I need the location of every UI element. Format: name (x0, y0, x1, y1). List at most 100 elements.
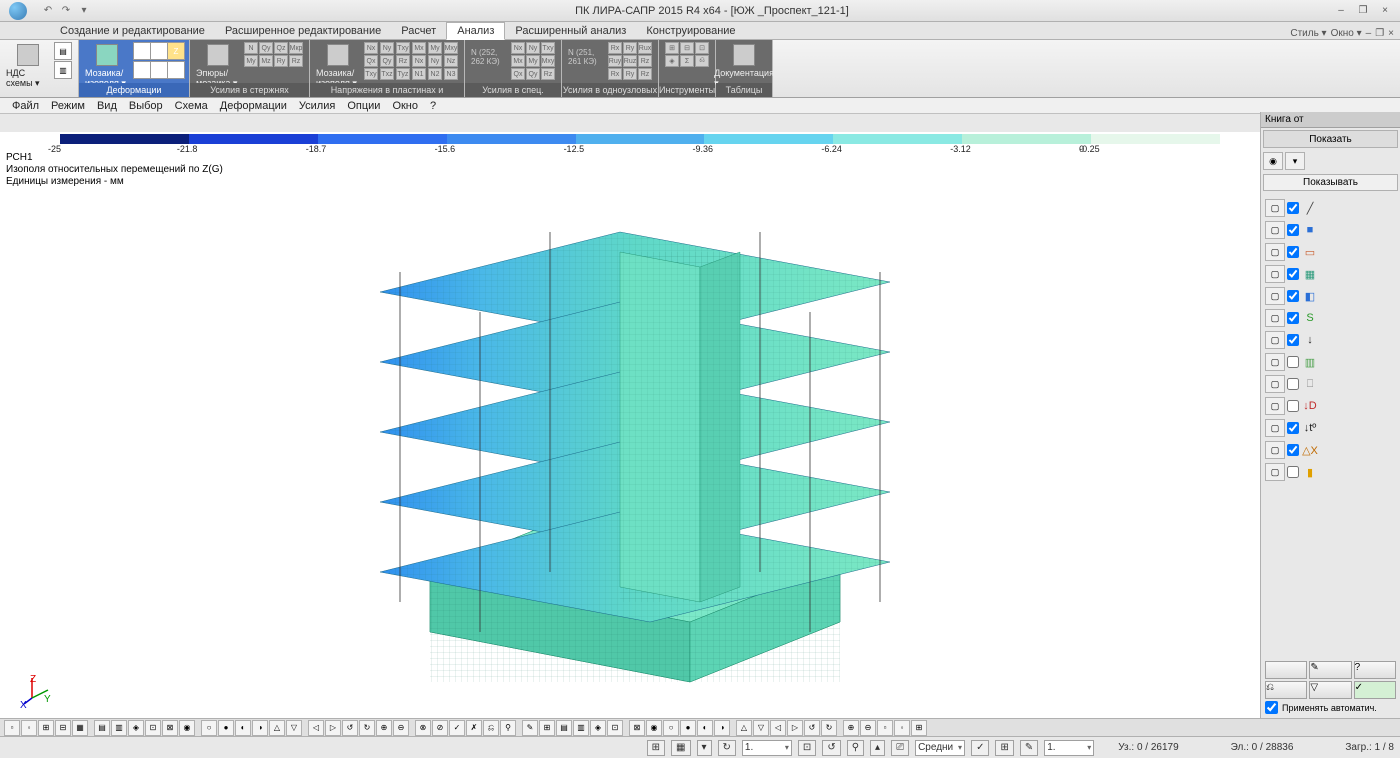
toolbar-button[interactable]: ▥ (573, 720, 589, 736)
tool-btn[interactable]: ⊡ (695, 42, 709, 54)
panel-apply-btn[interactable]: ✓ (1354, 681, 1396, 699)
toolbar-button[interactable]: ⎌ (483, 720, 499, 736)
panel-row-icon[interactable]: ▢ (1265, 287, 1285, 305)
panel-row-icon[interactable]: ▢ (1265, 199, 1285, 217)
def-ux[interactable]: Ux (133, 61, 151, 79)
toolbar-button[interactable]: ▫ (4, 720, 20, 736)
panel-row-checkbox[interactable] (1287, 444, 1299, 456)
panel-row-icon[interactable]: ▢ (1265, 309, 1285, 327)
menu-select[interactable]: Выбор (123, 100, 169, 112)
toolbar-button[interactable]: ◁ (308, 720, 324, 736)
panel-row-icon[interactable]: ▢ (1265, 243, 1285, 261)
toolbar-button[interactable]: ◐ (697, 720, 713, 736)
tab-design[interactable]: Конструирование (636, 23, 745, 39)
mini[interactable]: Nx (364, 42, 378, 54)
tab-analysis[interactable]: Анализ (446, 22, 505, 40)
mini[interactable]: My (428, 42, 442, 54)
toolbar-button[interactable]: ⊞ (38, 720, 54, 736)
menu-mode[interactable]: Режим (45, 100, 91, 112)
panel-row-checkbox[interactable] (1287, 224, 1299, 236)
documentation-button[interactable]: Документация ▾ (722, 42, 766, 89)
st-btn[interactable]: ✓ (971, 740, 989, 756)
toolbar-button[interactable]: ⊠ (162, 720, 178, 736)
mini[interactable]: Rx (608, 68, 622, 80)
tool-btn[interactable]: Σ (680, 55, 694, 67)
toolbar-button[interactable]: ↺ (342, 720, 358, 736)
mini[interactable]: Ry (623, 42, 637, 54)
viewport[interactable]: -25-21.8-18.7-15.6-12.5-9.36-6.24-3.12-0… (0, 132, 1260, 718)
mini[interactable]: Txy (364, 68, 378, 80)
tool-btn[interactable]: ⊞ (665, 42, 679, 54)
st-btn[interactable]: ▾ (697, 740, 712, 756)
nds-schemes-button[interactable]: НДС схемы ▾ (6, 42, 50, 89)
toolbar-button[interactable]: ⊞ (539, 720, 555, 736)
mini[interactable]: Txy (541, 42, 555, 54)
mini[interactable]: Qz (274, 42, 288, 54)
mini[interactable]: Mкр (289, 42, 303, 54)
menu-options[interactable]: Опции (341, 100, 386, 112)
combo-3[interactable]: 1. (1044, 740, 1094, 756)
mini[interactable]: N3 (444, 68, 458, 80)
mini[interactable]: Nx (412, 55, 426, 67)
st-btn[interactable]: ▦ (671, 740, 690, 756)
mini[interactable]: Mxy (541, 55, 555, 67)
mini[interactable]: Qx (511, 68, 525, 80)
toolbar-button[interactable]: ◐ (235, 720, 251, 736)
minimize-button[interactable]: – (1332, 4, 1350, 18)
toolbar-button[interactable]: ○ (663, 720, 679, 736)
mini[interactable]: Mx (412, 42, 426, 54)
tool-btn[interactable]: ◈ (665, 55, 679, 67)
panel-row-icon[interactable]: ▢ (1265, 441, 1285, 459)
window-menu[interactable]: Окно ▾ (1331, 28, 1362, 39)
st-btn[interactable]: ⚲ (847, 740, 864, 756)
panel-row-checkbox[interactable] (1287, 378, 1299, 390)
toolbar-button[interactable]: ⊞ (911, 720, 927, 736)
mini[interactable]: Qy (380, 55, 394, 67)
menu-window[interactable]: Окно (386, 100, 424, 112)
panel-row-checkbox[interactable] (1287, 400, 1299, 412)
panel-foot-btn[interactable]: ✎ (1309, 661, 1351, 679)
mini[interactable]: Ry (623, 68, 637, 80)
def-x[interactable]: X (133, 42, 151, 60)
mini[interactable]: Mz (259, 55, 273, 67)
panel-row-checkbox[interactable] (1287, 356, 1299, 368)
doc-close-button[interactable]: × (1388, 28, 1394, 39)
toolbar-button[interactable]: ◈ (590, 720, 606, 736)
auto-apply-input[interactable] (1265, 701, 1278, 714)
mini[interactable]: Rz (289, 55, 303, 67)
mosaic-iso-button[interactable]: Мозаика/ изополя ▾ (85, 42, 129, 89)
toolbar-button[interactable]: ◉ (179, 720, 195, 736)
mini[interactable]: Qy (259, 42, 273, 54)
menu-view[interactable]: Вид (91, 100, 123, 112)
st-btn[interactable]: ⎚ (891, 740, 909, 756)
mini[interactable]: N (244, 42, 258, 54)
toolbar-button[interactable]: ◑ (714, 720, 730, 736)
mini[interactable]: Nx (511, 42, 525, 54)
toolbar-button[interactable]: ● (218, 720, 234, 736)
toolbar-button[interactable]: ◦ (21, 720, 37, 736)
st-btn[interactable]: ✎ (1020, 740, 1038, 756)
redo-button[interactable]: ↷ (58, 3, 74, 19)
mini[interactable]: Qy (526, 68, 540, 80)
toolbar-button[interactable]: ▤ (556, 720, 572, 736)
toolbar-button[interactable]: ◉ (646, 720, 662, 736)
st-btn[interactable]: ⊞ (647, 740, 665, 756)
mini[interactable]: Mxy (444, 42, 458, 54)
toolbar-button[interactable]: ⊟ (55, 720, 71, 736)
toolbar-button[interactable]: ▦ (72, 720, 88, 736)
def-uz[interactable]: Uz (167, 61, 185, 79)
mini[interactable]: Rz (396, 55, 410, 67)
mini[interactable]: Ny (380, 42, 394, 54)
toolbar-button[interactable]: ▫ (877, 720, 893, 736)
mini[interactable]: Rux (638, 42, 652, 54)
mini[interactable]: Rx (608, 42, 622, 54)
panel-row-checkbox[interactable] (1287, 312, 1299, 324)
menu-deform[interactable]: Деформации (214, 100, 293, 112)
mini[interactable]: N2 (428, 68, 442, 80)
qat-more-button[interactable]: ▾ (76, 3, 92, 19)
mini[interactable]: Tyz (396, 68, 410, 80)
doc-minimize-button[interactable]: – (1366, 28, 1372, 39)
panel-row-icon[interactable]: ▢ (1265, 331, 1285, 349)
toolbar-button[interactable]: ⊡ (145, 720, 161, 736)
toolbar-button[interactable]: ⊖ (393, 720, 409, 736)
